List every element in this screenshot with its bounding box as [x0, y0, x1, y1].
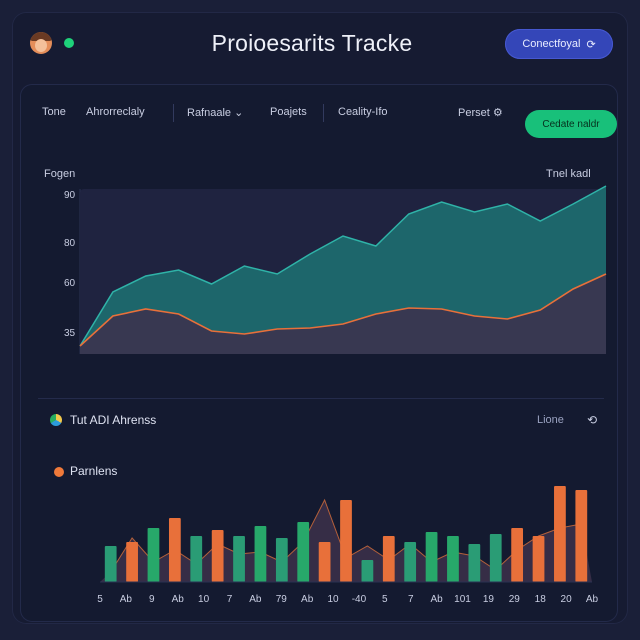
status-indicator	[64, 38, 74, 48]
bar	[554, 486, 566, 582]
connect-button-label: Conectfoyal	[522, 38, 581, 50]
y-tick-label: 60	[64, 278, 76, 289]
toolbar-divider	[173, 104, 174, 122]
section-title: Tut ADI Ahrenss	[70, 413, 157, 427]
x-tick-label: 5	[382, 594, 388, 605]
refresh-icon: ⟳	[586, 38, 596, 51]
toolbar-item-activity[interactable]: Ahrorreclaly	[86, 106, 145, 118]
bar	[275, 538, 288, 582]
bar	[425, 532, 438, 582]
x-tick-label: Ab	[172, 594, 185, 605]
bar	[233, 536, 245, 582]
chevron-down-icon: ⌄	[234, 107, 244, 119]
x-tick-label: Ab	[301, 594, 314, 605]
bar	[297, 522, 310, 582]
toolbar-divider	[323, 104, 324, 122]
toolbar: Tone Ahrorreclaly Rafnaale ⌄ Poajets Cea…	[20, 96, 618, 138]
bar	[361, 560, 374, 582]
pie-icon	[50, 414, 62, 426]
avatar[interactable]	[30, 32, 52, 54]
y-tick-label: 35	[64, 328, 76, 339]
x-tick-label: 7	[227, 594, 233, 605]
x-tick-label: -40	[352, 594, 367, 605]
bar	[211, 530, 224, 582]
period-select[interactable]: Perset ⚙	[458, 106, 503, 119]
bar	[190, 536, 203, 582]
bar	[489, 534, 502, 582]
toolbar-item-quality[interactable]: Ceality-Ifo	[338, 106, 388, 118]
app-window: Proioesarits Tracke Conectfoyal ⟳ Tone A…	[12, 12, 628, 624]
x-tick-label: 79	[276, 594, 288, 605]
section-divider	[38, 398, 604, 399]
toolbar-item-range-label: Rafnaale	[187, 107, 232, 119]
bar	[254, 526, 267, 582]
bar	[340, 500, 352, 582]
x-tick-label: 7	[408, 594, 414, 605]
bar	[447, 536, 459, 582]
chart-label-right: Tnel kadl	[546, 168, 591, 180]
section-filter-label[interactable]: Lione	[537, 414, 564, 426]
x-tick-label: 10	[327, 594, 339, 605]
x-tick-label: Ab	[249, 594, 262, 605]
x-tick-label: 9	[149, 594, 155, 605]
bar	[532, 536, 545, 582]
x-tick-label: 101	[454, 594, 471, 605]
bar	[468, 544, 481, 582]
toolbar-item-projects[interactable]: Poajets	[270, 106, 307, 118]
x-tick-label: 5	[97, 594, 103, 605]
bar-chart: 5 Ab 9 Ab 10 7 Ab 79 Ab 10 -40 5 7 Ab 101 19 29 18 20 Ab	[97, 486, 599, 605]
bar	[126, 542, 138, 582]
x-tick-label: 20	[561, 594, 573, 605]
y-tick-label: 80	[64, 238, 76, 249]
period-select-label: Perset	[458, 107, 490, 119]
bar	[318, 542, 331, 582]
settings-icon: ⚙	[492, 107, 503, 119]
x-tick-label: 18	[535, 594, 547, 605]
bar	[104, 546, 117, 582]
area-chart: 90 80 60 35	[64, 185, 607, 354]
connect-button[interactable]: Conectfoyal ⟳	[505, 29, 613, 59]
dashboard-panel: Tone Ahrorreclaly Rafnaale ⌄ Poajets Cea…	[20, 84, 618, 622]
x-tick-label: 19	[483, 594, 495, 605]
bar	[147, 528, 160, 582]
bar	[382, 536, 395, 582]
bar	[404, 542, 417, 582]
chart-label-left: Fogen	[44, 168, 76, 180]
bar	[575, 490, 588, 582]
x-tick-label: 10	[198, 594, 210, 605]
avatar-face	[35, 39, 47, 52]
app-title: Proioesarits Tracke	[211, 30, 413, 56]
toolbar-item-range-select[interactable]: Rafnaale ⌄	[187, 106, 243, 119]
bar	[168, 518, 181, 582]
update-button[interactable]: Cedate naldr	[525, 110, 617, 138]
x-tick-label: Ab	[120, 594, 133, 605]
toolbar-item-tone[interactable]: Tone	[42, 106, 66, 118]
app-header: Proioesarits Tracke Conectfoyal ⟳	[12, 12, 628, 80]
y-tick-label: 90	[64, 190, 76, 201]
x-tick-label: Ab	[431, 594, 444, 605]
x-tick-label: Ab	[586, 594, 599, 605]
x-tick-label: 29	[509, 594, 521, 605]
refresh-icon[interactable]: ⟲	[587, 413, 597, 427]
bar	[511, 528, 524, 582]
